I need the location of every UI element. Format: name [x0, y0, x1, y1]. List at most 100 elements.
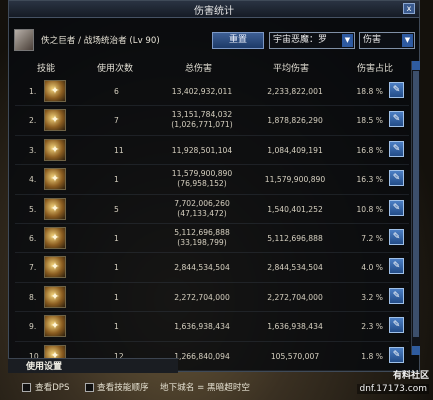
row-count: 1: [114, 292, 119, 302]
row-total: 1,636,938,434: [174, 322, 230, 332]
row-count: 11: [114, 145, 124, 155]
row-count: 5: [114, 204, 119, 214]
scroll-down-button[interactable]: [412, 346, 420, 355]
player-name: 佚之巨者 / 战场统治者 (Lv 90): [41, 36, 160, 46]
show-dps-label: 查看DPS: [35, 383, 70, 393]
row-index: 1.: [29, 87, 37, 96]
row-avg: 2,272,704,000: [267, 292, 323, 302]
settings-label[interactable]: 使用设置: [26, 359, 62, 372]
scroll-up-button[interactable]: [412, 61, 420, 70]
reset-button[interactable]: 重置: [212, 32, 264, 49]
row-avg: 1,878,826,290: [267, 116, 323, 126]
row-count: 7: [114, 116, 119, 126]
orb-icon: ✦: [44, 285, 66, 308]
strike-icon: ✦: [44, 315, 66, 338]
row-total: 7,702,006,260: [174, 198, 230, 208]
detail-button[interactable]: ✎: [389, 287, 404, 304]
chevron-down-icon[interactable]: ▼: [402, 34, 413, 47]
row-index: 2.: [29, 116, 37, 126]
slash-icon: ✦: [44, 197, 66, 220]
row-count: 1: [114, 233, 119, 243]
row-total: 5,112,696,888: [174, 227, 230, 237]
row-avg: 1,084,409,191: [267, 145, 323, 155]
table-row: 7. ✦ 1 2,844,534,504 2,844,534,504 4.0 % ✎: [15, 253, 409, 283]
row-pct: 2.3 %: [361, 322, 383, 332]
row-count: 1: [114, 263, 119, 273]
row-index: 4.: [29, 175, 37, 185]
row-total-sub: (47,133,472): [177, 208, 227, 218]
table-row: 3. ✦ 11 11,928,501,104 1,084,409,191 16.8 % ✎: [15, 136, 409, 166]
row-pct: 16.8 %: [356, 145, 383, 155]
table-row: 5. ✦ 5 7,702,006,260 (47,133,472) 1,540,401,2…: [15, 195, 409, 224]
row-total: 11,579,900,890: [171, 169, 233, 179]
row-avg: 5,112,696,888: [267, 233, 323, 243]
row-pct: 10.8 %: [356, 204, 383, 214]
table-header: 技能 使用次数 总伤害 平均伤害 伤害占比: [15, 61, 409, 75]
row-avg: 11,579,900,890: [264, 175, 326, 185]
table-row: 8. ✦ 1 2,272,704,000 2,272,704,000 3.2 % ✎: [15, 283, 409, 313]
dungeon-name: 地下城名 = 黑暗超时空: [160, 383, 251, 393]
chevron-down-icon[interactable]: ▼: [342, 34, 353, 47]
detail-button[interactable]: ✎: [389, 258, 404, 275]
row-avg: 1,540,401,252: [267, 204, 323, 214]
row-count: 6: [114, 87, 119, 96]
show-order-label: 查看技能顺序: [97, 383, 149, 393]
damage-stats-window: 伤害统计 x 佚之巨者 / 战场统治者 (Lv 90) 重置 宇宙恶魔：罗 ▼ …: [8, 0, 420, 372]
row-index: 5.: [29, 204, 37, 214]
sort-select-value: 伤害: [363, 35, 382, 45]
header-count: 使用次数: [97, 64, 134, 74]
row-count: 1: [114, 175, 119, 185]
row-total-sub: (33,198,799): [177, 237, 227, 247]
row-pct: 1.8 %: [361, 351, 383, 361]
spirit-icon: ✦: [44, 168, 66, 191]
burst-icon: ✦: [44, 80, 66, 102]
dungeon-select[interactable]: 宇宙恶魔：罗 ▼: [269, 32, 355, 49]
player-info: 佚之巨者 / 战场统治者 (Lv 90): [14, 29, 160, 51]
flame-icon: ✦: [44, 138, 66, 161]
detail-button[interactable]: ✎: [389, 111, 404, 128]
detail-button[interactable]: ✎: [389, 140, 404, 157]
show-order-checkbox[interactable]: [85, 383, 94, 392]
row-index: 6.: [29, 233, 37, 243]
sort-select[interactable]: 伤害 ▼: [359, 32, 415, 49]
table-row: 1. ✦ 6 13,402,932,011 2,233,822,001 18.8 % ✎: [15, 77, 409, 107]
watermark-site: dnf.17173.com: [357, 384, 429, 394]
whirl-icon: ✦: [44, 256, 66, 279]
row-total: 13,402,932,011: [171, 87, 233, 96]
row-index: 8.: [29, 292, 37, 302]
detail-button[interactable]: ✎: [389, 317, 404, 334]
close-button[interactable]: x: [403, 3, 415, 14]
detail-button[interactable]: ✎: [389, 346, 404, 363]
detail-button[interactable]: ✎: [389, 199, 404, 216]
row-index: 7.: [29, 263, 37, 273]
row-count: 1: [114, 322, 119, 332]
row-total: 11,928,501,104: [171, 145, 233, 155]
row-pct: 3.2 %: [361, 292, 383, 302]
scroll-thumb[interactable]: [413, 71, 419, 337]
row-total: 2,844,534,504: [174, 263, 230, 273]
header-skill: 技能: [37, 64, 56, 74]
row-avg: 2,233,822,001: [267, 87, 323, 96]
detail-button[interactable]: ✎: [389, 82, 404, 98]
show-dps-checkbox[interactable]: [22, 383, 31, 392]
row-total-sub: (76,958,152): [177, 179, 227, 189]
title-bar[interactable]: 伤害统计 x: [9, 1, 419, 18]
watermark-community: 有料社区: [392, 371, 429, 381]
scrollbar[interactable]: [411, 61, 420, 355]
row-avg: 2,844,534,504: [267, 263, 323, 273]
sword-icon: ✦: [44, 226, 66, 249]
table-row: 4. ✦ 1 11,579,900,890 (76,958,152) 11,579,900…: [15, 165, 409, 195]
skill-table: 1. ✦ 6 13,402,932,011 2,233,822,001 18.8 % ✎ 2.…: [15, 77, 409, 371]
header-pct: 伤害占比: [357, 64, 394, 74]
row-total-sub: (1,026,771,071): [171, 120, 233, 130]
row-avg: 105,570,007: [270, 351, 320, 361]
detail-button[interactable]: ✎: [389, 228, 404, 245]
detail-button[interactable]: ✎: [389, 170, 404, 187]
table-row: 9. ✦ 1 1,636,938,434 1,636,938,434 2.3 % ✎: [15, 312, 409, 342]
header-avg: 平均伤害: [273, 64, 310, 74]
dash-icon: ✦: [44, 109, 66, 132]
row-index: 9.: [29, 322, 37, 332]
row-pct: 18.5 %: [356, 116, 383, 126]
avatar: [14, 29, 34, 51]
window-title: 伤害统计: [194, 6, 234, 17]
